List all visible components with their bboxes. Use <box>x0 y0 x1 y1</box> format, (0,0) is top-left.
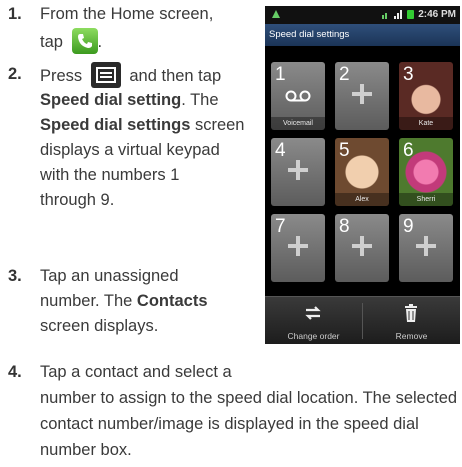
step-text: number to assign to the speed dial locat… <box>40 389 458 407</box>
key-number: 4 <box>275 140 286 161</box>
step-text: displays a virtual keypad <box>40 141 220 159</box>
step-text: screen displays. <box>40 317 159 335</box>
step-text: with the numbers 1 <box>40 166 180 184</box>
step-text-fragment: . The <box>181 91 219 109</box>
key-number: 1 <box>275 64 286 85</box>
step-text-bold: Speed dial setting <box>40 91 182 109</box>
key-number: 3 <box>403 64 414 85</box>
remove-button[interactable]: Remove <box>363 297 460 344</box>
step-text-fragment: tap <box>40 33 63 51</box>
speed-dial-key-9[interactable]: 9 <box>399 214 453 282</box>
step-number: 2. <box>8 65 22 83</box>
step-text: number box. <box>40 441 132 459</box>
step-text-fragment: number. The <box>40 292 137 310</box>
step-text-fragment: screen <box>190 116 245 134</box>
plus-icon <box>352 84 372 104</box>
screen-title: Speed dial settings <box>265 24 460 46</box>
step-number: 4. <box>8 363 22 381</box>
step-text: From the Home screen, <box>40 5 214 23</box>
speed-dial-key-8[interactable]: 8 <box>335 214 389 282</box>
speed-dial-key-6[interactable]: 6 Sherri <box>399 138 453 206</box>
phone-screenshot: 2:46 PM Speed dial settings 1 Voicemail … <box>265 6 460 344</box>
step-text-fragment: and then tap <box>129 67 222 85</box>
step-text: Speed dial settings screen <box>40 113 244 137</box>
key-number: 8 <box>339 216 350 237</box>
speed-dial-key-5[interactable]: 5 Alex <box>335 138 389 206</box>
phone-app-icon <box>71 28 98 54</box>
key-number: 2 <box>339 64 350 85</box>
key-number: 9 <box>403 216 414 237</box>
signal-battery-icon <box>382 9 416 23</box>
voicemail-icon <box>285 90 311 102</box>
change-order-button[interactable]: Change order <box>265 297 362 344</box>
step-text-bold: Contacts <box>136 292 208 310</box>
key-number: 7 <box>275 216 286 237</box>
key-label: Alex <box>335 193 389 206</box>
step-text-fragment: Press <box>40 67 83 85</box>
notification-icon <box>271 9 281 19</box>
speed-dial-key-1[interactable]: 1 Voicemail <box>271 62 325 130</box>
plus-icon <box>416 236 436 256</box>
speed-dial-key-7[interactable]: 7 <box>271 214 325 282</box>
step-number: 1. <box>8 5 22 23</box>
trash-icon <box>405 304 417 322</box>
step-text: tap . <box>40 28 102 54</box>
step-text: number. The Contacts <box>40 289 208 313</box>
key-label: Kate <box>399 117 453 130</box>
key-number: 6 <box>403 140 414 161</box>
step-text: Speed dial setting. The <box>40 88 219 112</box>
step-text: contact number/image is displayed in the… <box>40 415 419 433</box>
key-number: 5 <box>339 140 350 161</box>
step-text: Tap an unassigned <box>40 267 179 285</box>
clock: 2:46 PM <box>418 9 456 20</box>
speed-dial-key-2[interactable]: 2 <box>335 62 389 130</box>
plus-icon <box>288 236 308 256</box>
speed-dial-key-4[interactable]: 4 <box>271 138 325 206</box>
key-label: Sherri <box>399 193 453 206</box>
plus-icon <box>288 160 308 180</box>
step-number: 3. <box>8 267 22 285</box>
step-text-bold: Speed dial settings <box>40 116 191 134</box>
step-text: Tap a contact and select a <box>40 363 232 381</box>
change-order-label: Change order <box>287 331 340 341</box>
step-text-fragment: . <box>97 33 103 51</box>
key-label: Voicemail <box>271 117 325 130</box>
speed-dial-key-3[interactable]: 3 Kate <box>399 62 453 130</box>
plus-icon <box>352 236 372 256</box>
change-order-icon <box>305 306 321 320</box>
menu-key-icon <box>90 62 121 88</box>
remove-label: Remove <box>395 331 428 341</box>
step-text: Press and then tap <box>40 62 221 88</box>
bottom-action-bar: Change order Remove <box>265 296 460 344</box>
status-bar: 2:46 PM <box>265 6 460 24</box>
step-text: through 9. <box>40 191 115 209</box>
